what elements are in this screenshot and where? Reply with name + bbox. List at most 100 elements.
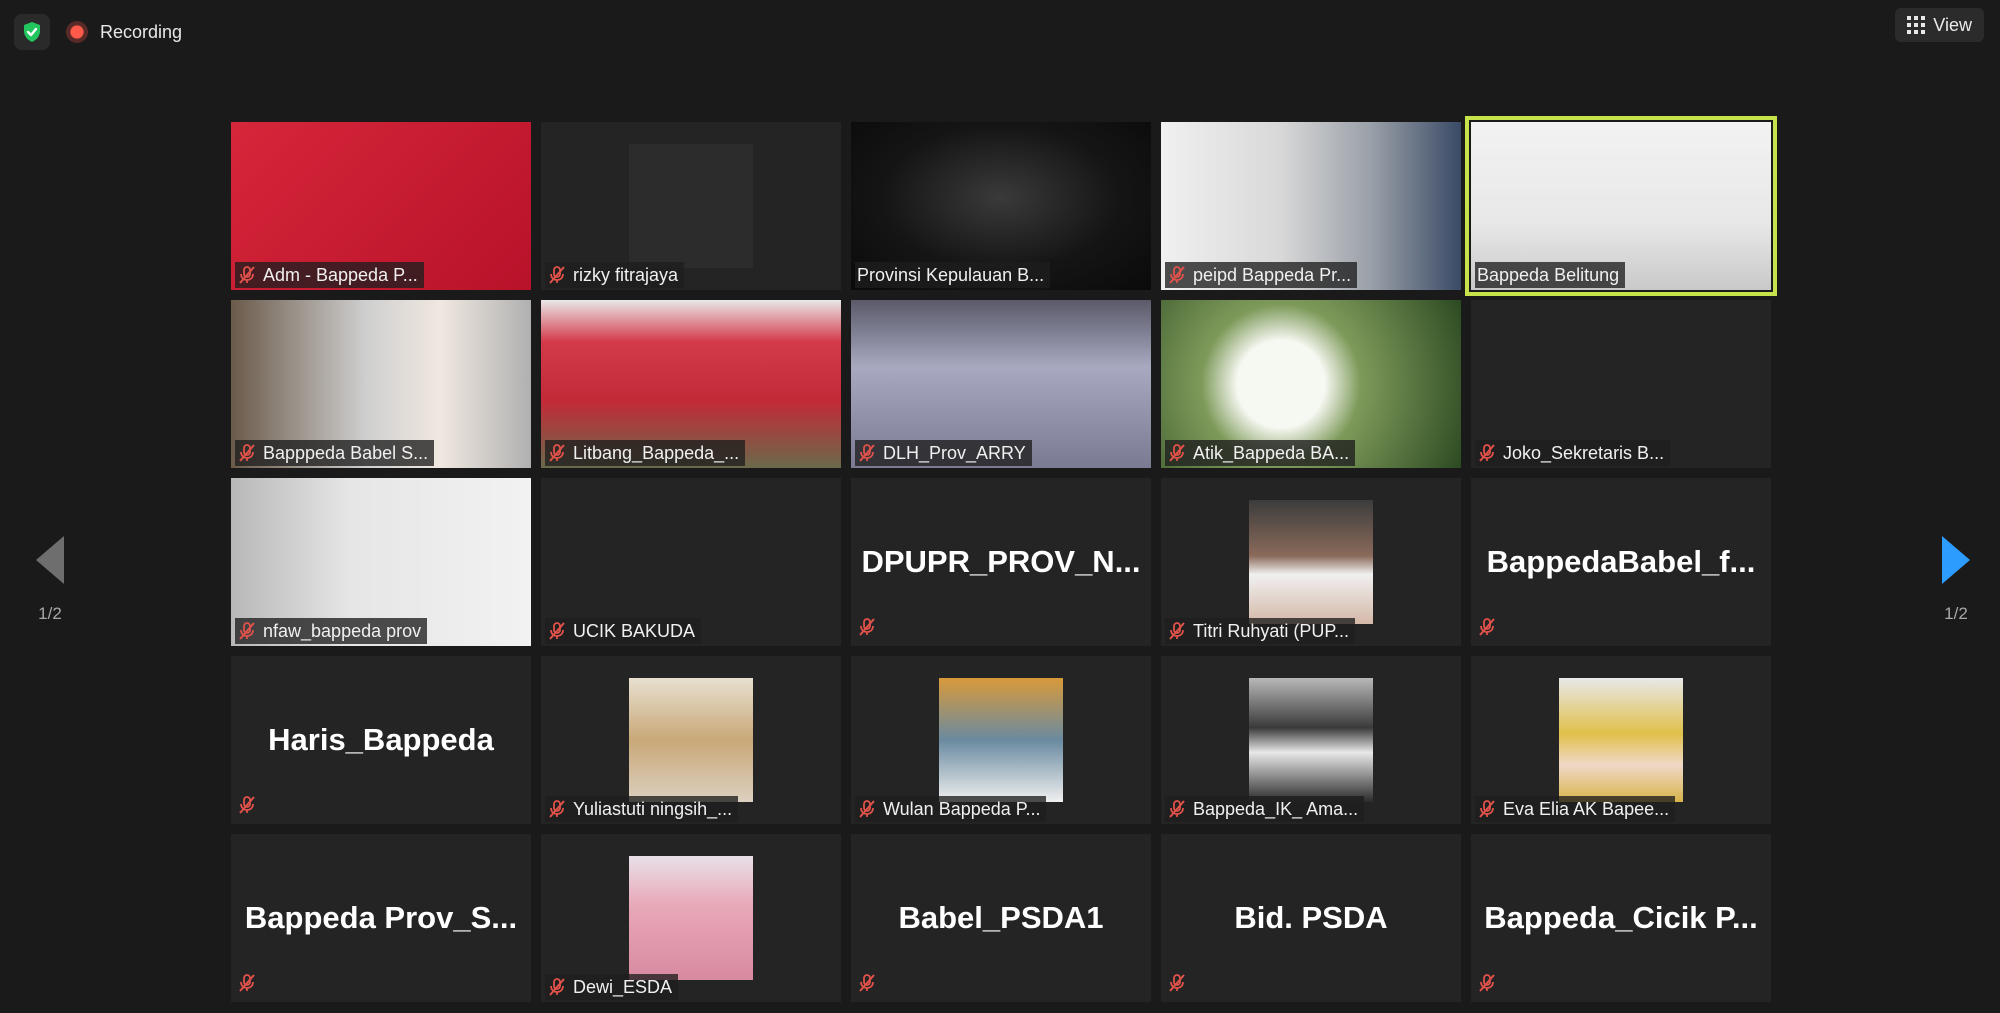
participant-name: Bapppeda Babel S...	[263, 442, 429, 463]
mic-muted-icon	[859, 974, 875, 992]
mic-muted-icon	[549, 266, 565, 284]
participant-tile[interactable]: Babel_PSDA1	[851, 834, 1151, 1002]
participant-tile[interactable]: peipd Bappeda Pr...	[1161, 122, 1461, 290]
participant-name: Wulan Bappeda P...	[883, 798, 1041, 819]
recording-indicator[interactable]: Recording	[66, 14, 182, 50]
prev-page-button[interactable]: 1/2	[20, 536, 80, 624]
mic-muted-icon	[1479, 444, 1495, 462]
participant-label: DLH_Prov_ARRY	[855, 440, 1032, 466]
mute-indicator	[1477, 973, 1497, 998]
participant-tile[interactable]: BappedaBabel_f...	[1471, 478, 1771, 646]
participant-tile[interactable]: Eva Elia AK Bapee...	[1471, 656, 1771, 824]
participant-tile[interactable]: Bappeda Prov_S...	[231, 834, 531, 1002]
mic-muted-icon	[1479, 800, 1495, 818]
grid-view-icon	[1907, 16, 1926, 34]
participant-label: Bappeda_IK_ Ama...	[1165, 796, 1365, 822]
participant-tile[interactable]: Bappeda_Cicik P...	[1471, 834, 1771, 1002]
mic-muted-icon	[549, 444, 565, 462]
prev-page-icon	[36, 536, 64, 584]
mute-indicator	[237, 795, 257, 820]
mic-muted-icon	[549, 978, 565, 996]
participant-name: Eva Elia AK Bapee...	[1503, 798, 1670, 819]
mic-muted-icon	[239, 622, 255, 640]
mic-muted-icon	[549, 800, 565, 818]
participant-label: Wulan Bappeda P...	[855, 796, 1047, 822]
participant-label: Eva Elia AK Bapee...	[1475, 796, 1676, 822]
participant-label: Yuliastuti ningsih_...	[545, 796, 739, 822]
mic-muted-icon	[859, 444, 875, 462]
profile-photo	[1249, 500, 1373, 624]
shield-check-icon	[24, 22, 40, 42]
participant-tile[interactable]: Bappeda_IK_ Ama...	[1161, 656, 1461, 824]
participant-tile[interactable]: Bapppeda Babel S...	[231, 300, 531, 468]
participant-label: Titri Ruhyati (PUP...	[1165, 618, 1356, 644]
participant-tile[interactable]: Joko_Sekretaris B...	[1471, 300, 1771, 468]
participant-display-name: DPUPR_PROV_N...	[861, 544, 1141, 579]
participant-name: Bappeda_IK_ Ama...	[1193, 798, 1359, 819]
participant-display-name: Bappeda_Cicik P...	[1484, 900, 1758, 935]
participant-tile[interactable]: DPUPR_PROV_N...	[851, 478, 1151, 646]
participant-name: Provinsi Kepulauan B...	[857, 264, 1045, 285]
participant-tile[interactable]: nfaw_bappeda prov	[231, 478, 531, 646]
participant-name: Joko_Sekretaris B...	[1503, 442, 1665, 463]
next-page-icon	[1942, 536, 1970, 584]
mic-muted-icon	[1169, 974, 1185, 992]
participant-tile[interactable]: Adm - Bappeda P...	[231, 122, 531, 290]
participant-tile[interactable]: Bid. PSDA	[1161, 834, 1461, 1002]
mic-muted-icon	[1169, 800, 1185, 818]
participant-name: Litbang_Bappeda_...	[573, 442, 740, 463]
participant-tile[interactable]: Bappeda Belitung	[1465, 116, 1777, 296]
participant-name: Titri Ruhyati (PUP...	[1193, 620, 1350, 641]
profile-photo	[1559, 678, 1683, 802]
participant-label: Bapppeda Babel S...	[235, 440, 435, 466]
profile-photo	[939, 678, 1063, 802]
mic-muted-icon	[239, 266, 255, 284]
view-button[interactable]: View	[1895, 8, 1984, 42]
participant-name: Bappeda Belitung	[1477, 264, 1620, 285]
participant-tile[interactable]: Wulan Bappeda P...	[851, 656, 1151, 824]
profile-photo	[629, 856, 753, 980]
participant-label: Provinsi Kepulauan B...	[855, 262, 1051, 288]
profile-photo	[629, 678, 753, 802]
participant-label: Adm - Bappeda P...	[235, 262, 424, 288]
view-label: View	[1933, 14, 1972, 35]
mic-muted-icon	[859, 800, 875, 818]
security-button[interactable]	[14, 14, 50, 50]
next-page-button[interactable]: 1/2	[1926, 536, 1986, 624]
top-bar: Recording View	[0, 0, 2000, 60]
participant-name: Yuliastuti ningsih_...	[573, 798, 733, 819]
participant-tile[interactable]: Atik_Bappeda BA...	[1161, 300, 1461, 468]
participant-tile[interactable]: rizky fitrajaya	[541, 122, 841, 290]
profile-photo	[629, 144, 753, 268]
participant-tile[interactable]: UCIK BAKUDA	[541, 478, 841, 646]
participant-name: Adm - Bappeda P...	[263, 264, 418, 285]
participant-label: Bappeda Belitung	[1475, 262, 1626, 288]
profile-photo	[1249, 678, 1373, 802]
participant-label: Joko_Sekretaris B...	[1475, 440, 1671, 466]
participant-label: Atik_Bappeda BA...	[1165, 440, 1356, 466]
participant-label: nfaw_bappeda prov	[235, 618, 428, 644]
mute-indicator	[1167, 973, 1187, 998]
page-indicator-left: 1/2	[38, 604, 62, 623]
mic-muted-icon	[1169, 266, 1185, 284]
participant-name: DLH_Prov_ARRY	[883, 442, 1026, 463]
participant-tile[interactable]: Yuliastuti ningsih_...	[541, 656, 841, 824]
mic-muted-icon	[1479, 974, 1495, 992]
participant-display-name: Bid. PSDA	[1234, 900, 1388, 935]
participant-name: UCIK BAKUDA	[573, 620, 696, 641]
participant-tile[interactable]: Provinsi Kepulauan B...	[851, 122, 1151, 290]
mute-indicator	[857, 973, 877, 998]
participant-display-name: BappedaBabel_f...	[1486, 544, 1756, 579]
participant-gallery: Adm - Bappeda P... rizky fitrajaya Provins…	[231, 116, 1777, 1002]
mute-indicator	[857, 617, 877, 642]
participant-tile[interactable]: DLH_Prov_ARRY	[851, 300, 1151, 468]
recording-label: Recording	[100, 21, 183, 42]
participant-tile[interactable]: Titri Ruhyati (PUP...	[1161, 478, 1461, 646]
participant-tile[interactable]: Litbang_Bappeda_...	[541, 300, 841, 468]
participant-label: Litbang_Bappeda_...	[545, 440, 746, 466]
participant-display-name: Babel_PSDA1	[898, 900, 1104, 935]
record-dot-icon	[66, 21, 88, 43]
participant-label: Dewi_ESDA	[545, 974, 679, 1000]
participant-tile[interactable]: Haris_Bappeda	[231, 656, 531, 824]
participant-tile[interactable]: Dewi_ESDA	[541, 834, 841, 1002]
